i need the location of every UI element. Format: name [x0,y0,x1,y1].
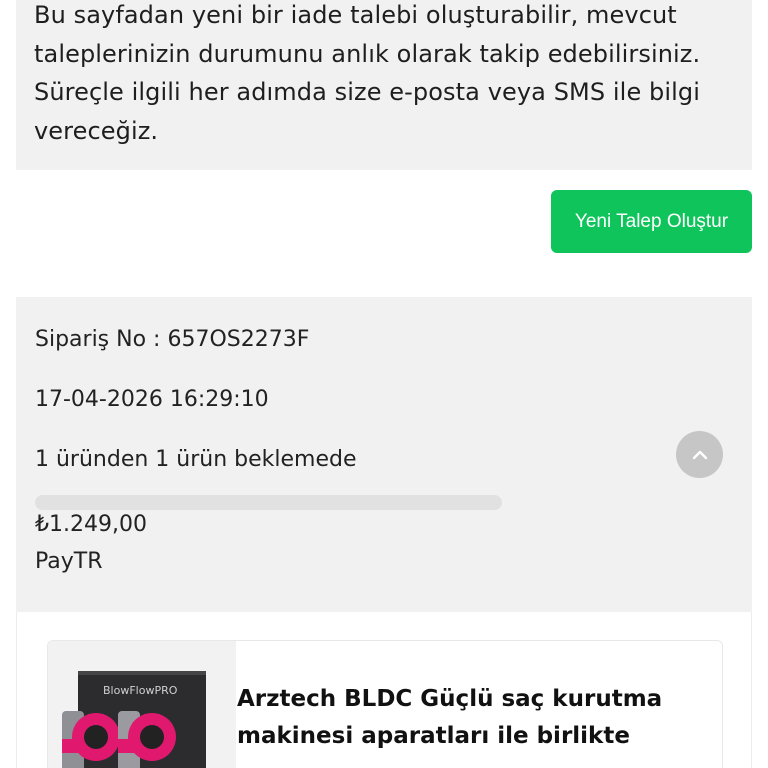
order-progress-bar [35,495,502,510]
payment-method: PayTR [35,549,103,574]
order-status: 1 üründen 1 ürün beklemede [35,447,357,472]
info-text: Bu sayfadan yeni bir iade talebi oluştur… [34,1,701,145]
page: Bu sayfadan yeni bir iade talebi oluştur… [0,0,768,768]
collapse-toggle-button[interactable] [676,431,723,478]
order-products-panel: BlowFlowPRO Arztech BLDC Güçlü saç kurut… [16,612,752,768]
order-card: Sipariş No : 657OS2273F 17-04-2026 16:29… [16,297,752,612]
info-box: Bu sayfadan yeni bir iade talebi oluştur… [16,0,752,170]
order-date: 17-04-2026 16:29:10 [35,387,269,412]
new-request-button[interactable]: Yeni Talep Oluştur [551,190,752,253]
order-number: Sipariş No : 657OS2273F [35,327,310,352]
hair-dryer-image: BlowFlowPRO [48,641,236,768]
product-box-brand: BlowFlowPRO [103,684,178,697]
chevron-up-icon [692,450,707,459]
product-card[interactable]: BlowFlowPRO Arztech BLDC Güçlü saç kurut… [47,640,723,768]
order-amount: ₺1.249,00 [35,512,147,537]
product-image: BlowFlowPRO [48,641,236,768]
product-title[interactable]: Arztech BLDC Güçlü saç kurutma makinesi … [237,681,707,755]
